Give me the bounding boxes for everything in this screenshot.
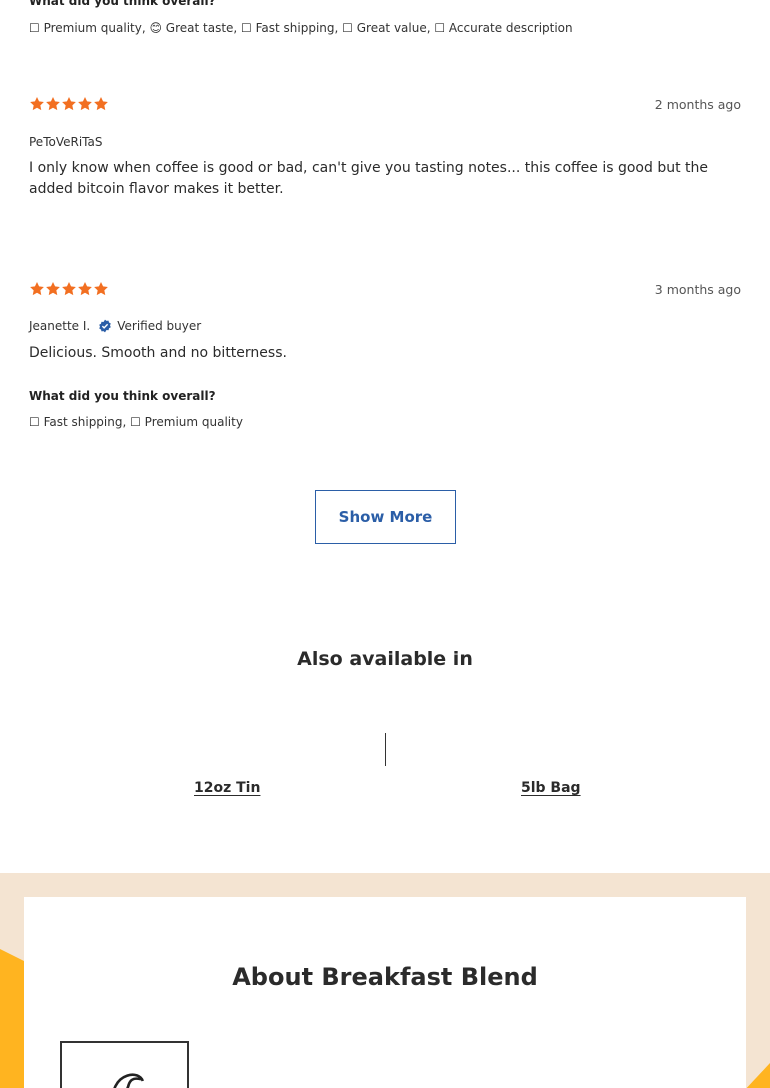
- overall-tags: ☐ Fast shipping, ☐ Premium quality: [29, 415, 243, 429]
- overall-question: What did you think overall?: [29, 389, 216, 403]
- verified-badge: Verified buyer: [98, 319, 201, 333]
- star-icon: [45, 96, 61, 112]
- author-name: Jeanette I.: [29, 319, 91, 333]
- decorative-shape-right: [742, 1063, 770, 1088]
- star-icon: [29, 281, 45, 297]
- star-icon: [61, 281, 77, 297]
- review-date: 3 months ago: [654, 282, 741, 297]
- also-available-heading: Also available in: [297, 648, 473, 670]
- variant-link-5lb-bag[interactable]: 5lb Bag: [521, 780, 581, 796]
- variant-divider: [385, 733, 386, 766]
- review-author: PeToVeRiTaS: [29, 135, 102, 149]
- review-text: I only know when coffee is good or bad, …: [29, 160, 709, 197]
- star-icon: [29, 96, 45, 112]
- feature-tile: [60, 1041, 189, 1088]
- star-icon: [77, 96, 93, 112]
- rating-stars: [29, 96, 109, 112]
- about-section: About Breakfast Blend: [0, 873, 770, 1088]
- overall-question: What did you think overall?: [29, 0, 216, 8]
- star-icon: [77, 281, 93, 297]
- verified-badge-icon: [99, 319, 112, 333]
- overall-tags: ☐ Premium quality, 😊 Great taste, ☐ Fast…: [29, 21, 573, 35]
- author-name: PeToVeRiTaS: [29, 135, 103, 149]
- coffee-bean-icon: [113, 1073, 144, 1088]
- show-more-button[interactable]: Show More: [315, 490, 456, 544]
- review-date: 2 months ago: [654, 97, 741, 112]
- about-heading: About Breakfast Blend: [232, 963, 538, 991]
- verified-label: Verified buyer: [117, 319, 202, 333]
- star-icon: [93, 281, 109, 297]
- review-text: Delicious. Smooth and no bitterness.: [29, 345, 287, 361]
- rating-stars: [29, 281, 109, 297]
- star-icon: [45, 281, 61, 297]
- about-card: About Breakfast Blend: [24, 897, 746, 1088]
- star-icon: [93, 96, 109, 112]
- review-author: Jeanette I. Verified buyer: [29, 319, 201, 333]
- star-icon: [61, 96, 77, 112]
- variant-link-12oz-tin[interactable]: 12oz Tin: [194, 780, 260, 796]
